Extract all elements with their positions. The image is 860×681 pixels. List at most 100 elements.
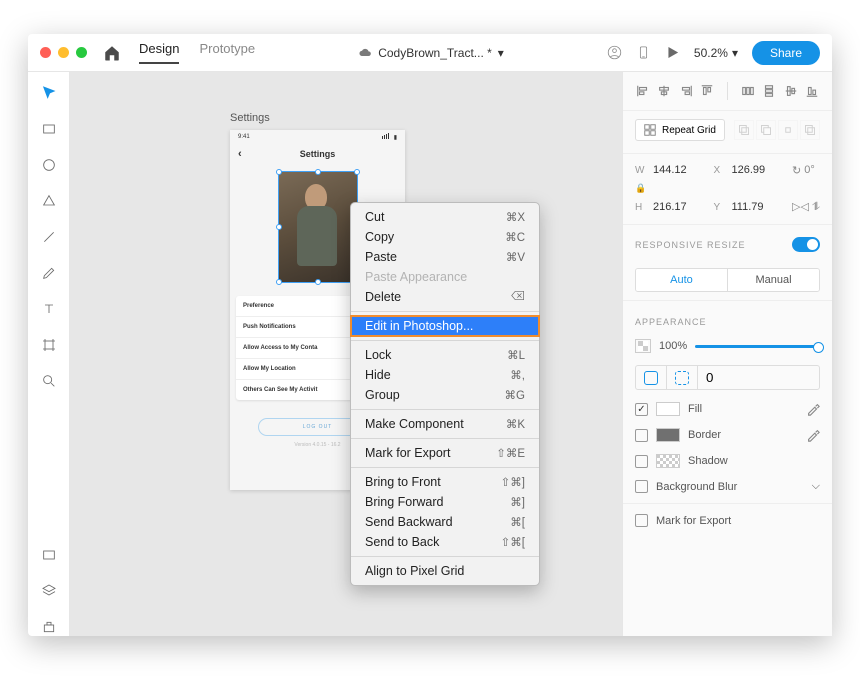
rotate-icon[interactable]: ↻ 0° — [792, 164, 820, 177]
line-tool[interactable] — [40, 228, 58, 246]
eyedropper-icon[interactable] — [806, 428, 820, 442]
ellipse-tool[interactable] — [40, 156, 58, 174]
home-icon[interactable] — [103, 44, 121, 62]
avatar-icon[interactable] — [607, 45, 622, 60]
text-tool[interactable] — [40, 300, 58, 318]
fullscreen-window-button[interactable] — [76, 47, 87, 58]
align-left-icon[interactable] — [633, 80, 653, 102]
rectangle-tool[interactable] — [40, 120, 58, 138]
titlebar: Design Prototype CodyBrown_Tract... * ▾ … — [28, 34, 832, 72]
plugins-panel-icon[interactable] — [40, 618, 58, 636]
responsive-resize-header: RESPONSIVE RESIZE — [635, 240, 746, 250]
artboard-tool[interactable] — [40, 336, 58, 354]
align-vcenter-icon[interactable] — [781, 80, 801, 102]
ctx-cut[interactable]: Cut⌘X — [351, 207, 539, 227]
ctx-send-backward[interactable]: Send Backward⌘[ — [351, 512, 539, 532]
context-menu: Cut⌘XCopy⌘CPaste⌘VPaste AppearanceDelete… — [350, 202, 540, 586]
fill-checkbox[interactable] — [635, 403, 648, 416]
zoom-level[interactable]: 50.2% ▾ — [694, 46, 738, 60]
border-swatch[interactable] — [656, 428, 680, 442]
artboard-label[interactable]: Settings — [230, 112, 270, 124]
ctx-delete[interactable]: Delete — [351, 287, 539, 307]
pen-tool[interactable] — [40, 264, 58, 282]
union-icon[interactable] — [734, 120, 754, 140]
tool-strip — [28, 72, 70, 636]
chevron-down-icon[interactable]: ▾ — [498, 46, 504, 60]
repeat-grid-button[interactable]: Repeat Grid — [635, 119, 725, 141]
flip-icons[interactable]: ▷◁ ⥮ — [792, 200, 820, 214]
resize-mode-segment: Auto Manual — [635, 268, 820, 292]
chevron-down-icon[interactable]: ⌵ — [812, 480, 820, 493]
shadow-checkbox[interactable] — [635, 455, 648, 468]
resize-manual[interactable]: Manual — [727, 269, 819, 291]
x-field[interactable] — [732, 164, 780, 177]
ctx-bring-forward[interactable]: Bring Forward⌘] — [351, 492, 539, 512]
ctx-copy[interactable]: Copy⌘C — [351, 227, 539, 247]
border-label: Border — [688, 429, 798, 441]
align-bottom-icon[interactable] — [803, 80, 823, 102]
height-label: H — [635, 202, 645, 213]
tab-design[interactable]: Design — [139, 41, 179, 64]
app-window: Design Prototype CodyBrown_Tract... * ▾ … — [28, 34, 832, 636]
shadow-swatch[interactable] — [656, 454, 680, 468]
height-field[interactable] — [653, 201, 701, 214]
play-icon[interactable] — [665, 45, 680, 60]
ctx-lock[interactable]: Lock⌘L — [351, 345, 539, 365]
width-field[interactable] — [653, 164, 701, 177]
align-right-icon[interactable] — [676, 80, 696, 102]
resize-auto[interactable]: Auto — [636, 269, 727, 291]
distribute-v-icon[interactable] — [759, 80, 779, 102]
mark-export-label: Mark for Export — [656, 515, 820, 527]
eyedropper-icon[interactable] — [806, 402, 820, 416]
mobile-preview-icon[interactable] — [636, 45, 651, 60]
ctx-edit-in-photoshop-[interactable]: Edit in Photoshop... — [351, 316, 539, 336]
cloud-icon — [358, 47, 372, 58]
align-top-icon[interactable] — [698, 80, 718, 102]
responsive-toggle[interactable] — [792, 237, 820, 252]
ctx-bring-to-front[interactable]: Bring to Front⇧⌘] — [351, 472, 539, 492]
align-hcenter-icon[interactable] — [655, 80, 675, 102]
distribute-h-icon[interactable] — [738, 80, 758, 102]
fill-swatch[interactable] — [656, 402, 680, 416]
boolean-ops — [734, 120, 820, 140]
corner-all-icon[interactable] — [636, 366, 666, 389]
zoom-tool[interactable] — [40, 372, 58, 390]
intersect-icon[interactable] — [778, 120, 798, 140]
polygon-tool[interactable] — [40, 192, 58, 210]
ctx-align-to-pixel-grid[interactable]: Align to Pixel Grid — [351, 561, 539, 581]
ctx-hide[interactable]: Hide⌘, — [351, 365, 539, 385]
corner-individual-icon[interactable] — [666, 366, 697, 389]
mode-tabs: Design Prototype — [139, 41, 255, 64]
fill-row: Fill — [623, 396, 832, 422]
close-window-button[interactable] — [40, 47, 51, 58]
radius-field[interactable] — [706, 370, 736, 385]
layers-panel-icon[interactable] — [40, 582, 58, 600]
minimize-window-button[interactable] — [58, 47, 69, 58]
border-row: Border — [623, 422, 832, 448]
assets-panel-icon[interactable] — [40, 546, 58, 564]
width-label: W — [635, 165, 645, 176]
ctx-group[interactable]: Group⌘G — [351, 385, 539, 405]
bgblur-checkbox[interactable] — [635, 480, 648, 493]
subtract-icon[interactable] — [756, 120, 776, 140]
opacity-slider[interactable] — [695, 345, 820, 348]
ctx-make-component[interactable]: Make Component⌘K — [351, 414, 539, 434]
repeat-grid-label: Repeat Grid — [662, 125, 716, 136]
profile-image-selected[interactable] — [279, 172, 357, 282]
select-tool[interactable] — [40, 84, 58, 102]
tab-prototype[interactable]: Prototype — [199, 41, 255, 64]
ctx-mark-for-export[interactable]: Mark for Export⇧⌘E — [351, 443, 539, 463]
canvas[interactable]: Settings 9:41 ▮ ‹ Settings — [70, 72, 622, 636]
mark-export-checkbox[interactable] — [635, 514, 648, 527]
mark-export-row: Mark for Export — [623, 508, 832, 533]
share-button[interactable]: Share — [752, 41, 820, 65]
exclude-icon[interactable] — [800, 120, 820, 140]
y-field[interactable] — [732, 201, 780, 214]
back-icon[interactable]: ‹ — [238, 148, 242, 160]
ctx-send-to-back[interactable]: Send to Back⇧⌘[ — [351, 532, 539, 552]
rotation-value: 0° — [804, 164, 815, 177]
status-time: 9:41 — [238, 134, 250, 140]
dimensions: W X ↻ 0° 🔒 H Y ▷◁ ⥮ — [623, 158, 832, 220]
ctx-paste[interactable]: Paste⌘V — [351, 247, 539, 267]
border-checkbox[interactable] — [635, 429, 648, 442]
